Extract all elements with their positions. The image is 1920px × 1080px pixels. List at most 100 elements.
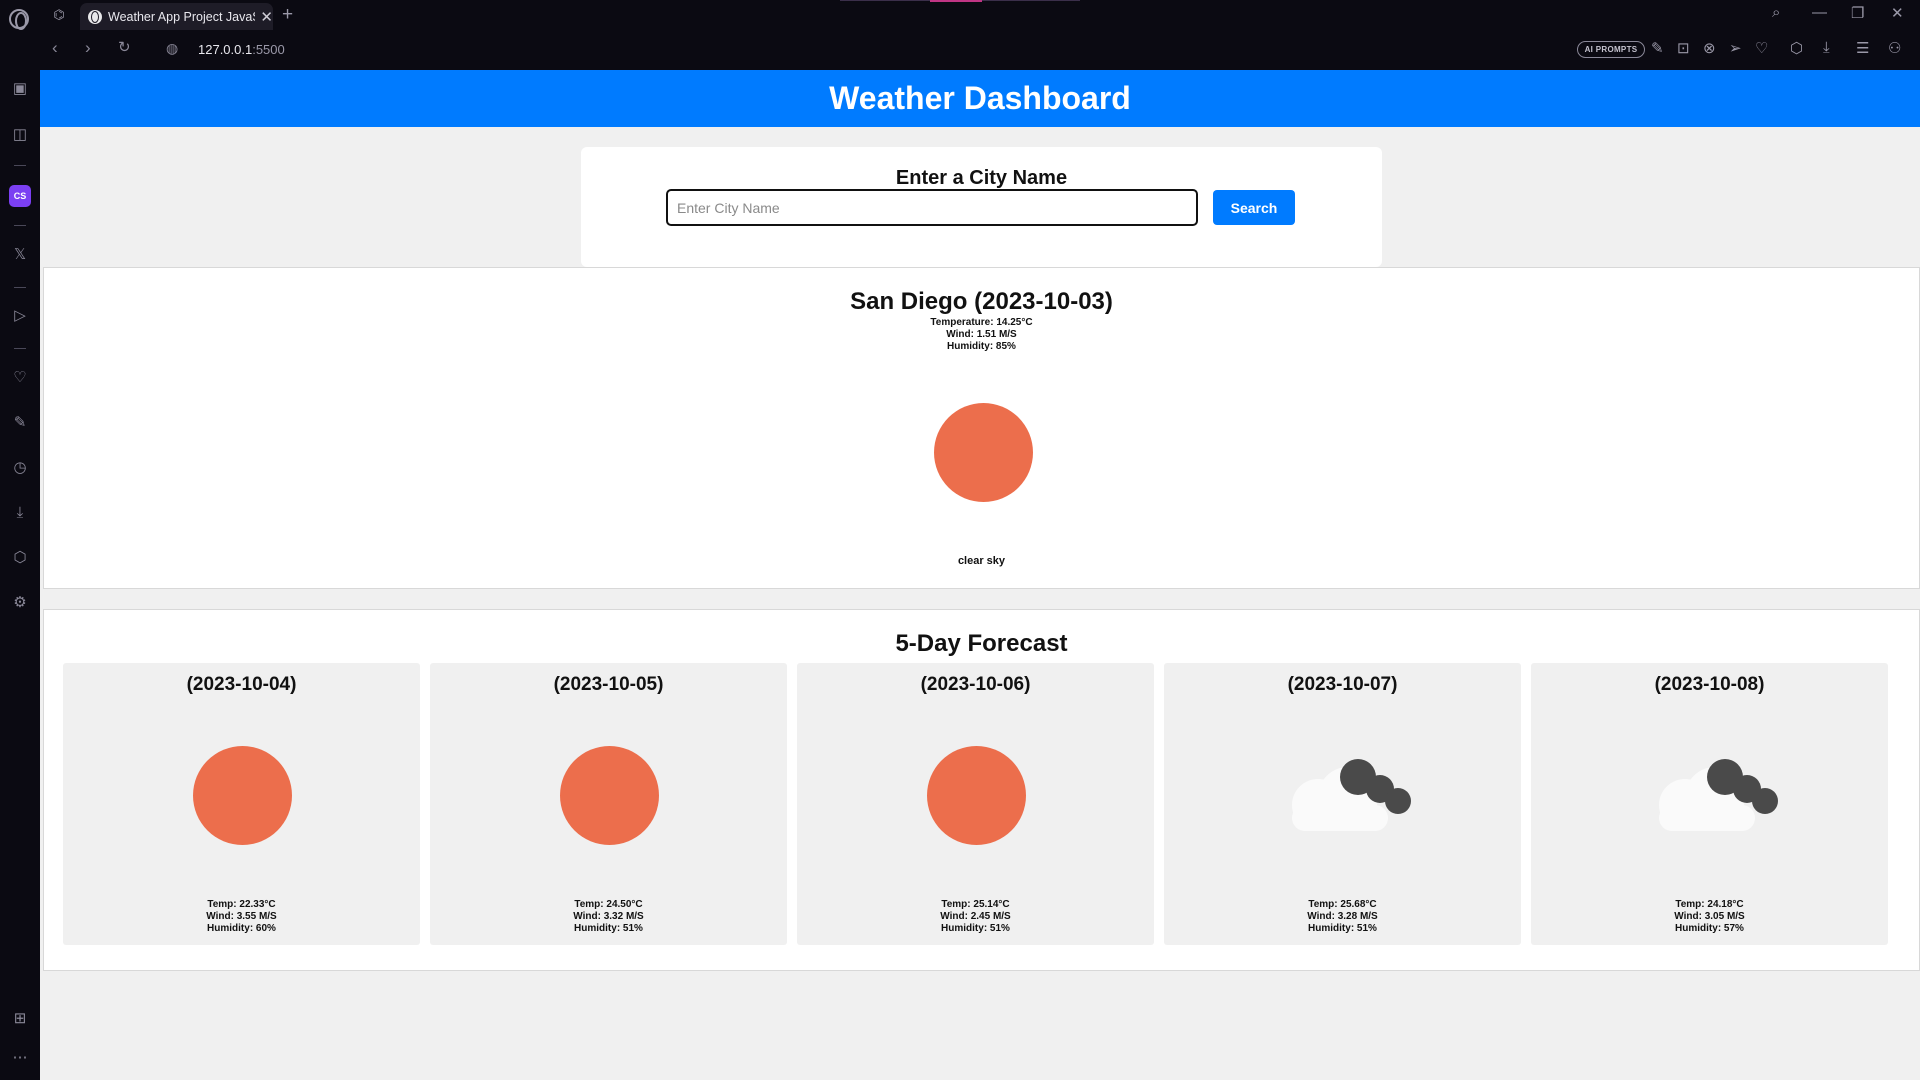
forecast-humidity: Humidity: 51% (1308, 923, 1377, 934)
forecast-stats: Temp: 24.18°C Wind: 3.05 M/S Humidity: 5… (1531, 899, 1888, 935)
sidebar-divider (14, 225, 26, 226)
url-host: 127.0.0.1 (198, 42, 253, 57)
block-icon[interactable]: ⊗ (1703, 39, 1716, 57)
download-icon[interactable]: ⤓ (1823, 39, 1830, 56)
search-button[interactable]: Search (1213, 190, 1295, 225)
heart-icon[interactable]: ♡ (1755, 39, 1768, 57)
forecast-date: (2023-10-06) (920, 674, 1031, 695)
sun-icon (193, 746, 292, 845)
address-bar: ‹ › ↻ ◍ 127.0.0.1:5500 AI PROMPTS ✎ ⊡ ⊗ … (40, 30, 1920, 70)
edit-icon[interactable]: ✎ (1651, 39, 1664, 57)
search-heading: Enter a City Name (895, 167, 1068, 189)
forecast-temp: Temp: 22.33°C (207, 899, 276, 910)
site-info-icon[interactable]: ◍ (166, 40, 178, 57)
url-field[interactable]: 127.0.0.1:5500 (198, 42, 285, 57)
current-humidity: Humidity: 85% (947, 341, 1016, 352)
sun-icon (560, 746, 659, 845)
page-viewport: Weather Dashboard Enter a City Name Sear… (40, 70, 1920, 1080)
ai-prompts-button[interactable]: AI PROMPTS (1577, 41, 1645, 58)
gallery-icon[interactable]: ⊞ (9, 1008, 31, 1030)
more-icon[interactable]: ⋯ (9, 1047, 31, 1069)
forecast-card: 5-Day Forecast (2023-10-04) Temp: 22.33°… (43, 609, 1920, 971)
current-description: clear sky (957, 555, 1006, 567)
current-wind: Wind: 1.51 M/S (946, 329, 1017, 340)
forecast-wind: Wind: 3.05 M/S (1674, 911, 1745, 922)
forward-icon[interactable]: › (85, 38, 91, 58)
cloud-icon (1292, 759, 1411, 831)
instagram-icon[interactable]: ◫ (9, 124, 31, 146)
current-temperature: Temperature: 14.25°C (930, 317, 1033, 328)
forecast-humidity: Humidity: 51% (941, 923, 1010, 934)
forecast-date: (2023-10-08) (1654, 674, 1765, 695)
forecast-day-card: (2023-10-04) Temp: 22.33°C Wind: 3.55 M/… (63, 663, 420, 945)
favorites-icon[interactable]: ♡ (9, 367, 31, 389)
menu-icon[interactable]: ☰ (1856, 39, 1869, 57)
extensions-icon[interactable]: ⬡ (9, 547, 31, 569)
current-stats: Temperature: 14.25°C Wind: 1.51 M/S Humi… (44, 317, 1919, 353)
forecast-stats: Temp: 25.68°C Wind: 3.28 M/S Humidity: 5… (1164, 899, 1521, 935)
new-tab-icon[interactable]: + (282, 4, 293, 26)
pinboard-icon[interactable]: ✎ (9, 412, 31, 434)
sidebar-divider (14, 165, 26, 166)
camera-icon[interactable]: ⊡ (1677, 39, 1690, 57)
forecast-wind: Wind: 3.32 M/S (573, 911, 644, 922)
tab-switcher-icon[interactable]: ⌬ (48, 7, 70, 23)
sidebar-divider (14, 287, 26, 288)
forecast-date: (2023-10-07) (1287, 674, 1398, 695)
current-city-title: San Diego (2023-10-03) (850, 288, 1113, 315)
forecast-heading: 5-Day Forecast (895, 630, 1068, 657)
forecast-wind: Wind: 2.45 M/S (940, 911, 1011, 922)
forecast-day-card: (2023-10-08) Temp: 24.18°C Wind: 3.05 M/… (1531, 663, 1888, 945)
forecast-date: (2023-10-05) (553, 674, 664, 695)
browser-sidebar: ▣ ◫ CS 𝕏 ▷ ♡ ✎ ◷ ⤓ ⬡ ⚙ ⊞ ⋯ (0, 70, 40, 1080)
profile-icon[interactable]: ⚇ (1888, 39, 1901, 57)
sun-icon (927, 746, 1026, 845)
current-weather-card: San Diego (2023-10-03) Temperature: 14.2… (43, 267, 1920, 589)
history-icon[interactable]: ◷ (9, 457, 31, 479)
forecast-humidity: Humidity: 57% (1675, 923, 1744, 934)
sidebar-divider (14, 348, 26, 349)
minimize-icon[interactable]: — (1812, 4, 1827, 21)
forecast-temp: Temp: 24.50°C (574, 899, 643, 910)
restore-icon[interactable]: ❐ (1851, 4, 1864, 22)
browser-tab[interactable]: Weather App Project JavaScript ✕ (80, 3, 273, 30)
page-title: Weather Dashboard (40, 70, 1920, 127)
forecast-humidity: Humidity: 60% (207, 923, 276, 934)
sun-icon (934, 403, 1033, 502)
twitch-icon[interactable]: ▣ (9, 78, 31, 100)
downloads-icon[interactable]: ⤓ (9, 502, 31, 524)
forecast-stats: Temp: 24.50°C Wind: 3.32 M/S Humidity: 5… (430, 899, 787, 935)
back-icon[interactable]: ‹ (52, 38, 58, 58)
cloud-icon (1659, 759, 1778, 831)
titlebar-accent (930, 0, 982, 2)
forecast-day-card: (2023-10-05) Temp: 24.50°C Wind: 3.32 M/… (430, 663, 787, 945)
forecast-day-card: (2023-10-07) Temp: 25.68°C Wind: 3.28 M/… (1164, 663, 1521, 945)
close-window-icon[interactable]: ✕ (1891, 4, 1904, 22)
forecast-wind: Wind: 3.28 M/S (1307, 911, 1378, 922)
opera-logo-icon[interactable] (9, 9, 29, 30)
settings-gear-icon[interactable]: ⚙ (9, 592, 31, 614)
send-icon[interactable]: ➢ (1729, 39, 1742, 57)
forecast-humidity: Humidity: 51% (574, 923, 643, 934)
forecast-wind: Wind: 3.55 M/S (206, 911, 277, 922)
tab-title: Weather App Project JavaScript (108, 9, 255, 24)
browser-titlebar: ⌬ Weather App Project JavaScript ✕ + ⌕ —… (0, 0, 1920, 30)
search-tabs-icon[interactable]: ⌕ (1772, 4, 1780, 21)
forecast-temp: Temp: 24.18°C (1675, 899, 1744, 910)
forecast-temp: Temp: 25.68°C (1308, 899, 1377, 910)
cs-app-icon[interactable]: CS (9, 185, 31, 207)
forecast-temp: Temp: 25.14°C (941, 899, 1010, 910)
player-icon[interactable]: ▷ (9, 305, 31, 327)
forecast-date: (2023-10-04) (186, 674, 297, 695)
x-twitter-icon[interactable]: 𝕏 (9, 244, 31, 266)
tab-close-icon[interactable]: ✕ (260, 8, 273, 26)
cube-icon[interactable]: ⬡ (1790, 39, 1803, 57)
forecast-day-card: (2023-10-06) Temp: 25.14°C Wind: 2.45 M/… (797, 663, 1154, 945)
search-card: Enter a City Name Search (581, 147, 1382, 267)
forecast-stats: Temp: 22.33°C Wind: 3.55 M/S Humidity: 6… (63, 899, 420, 935)
city-search-input[interactable] (666, 189, 1198, 226)
globe-icon (88, 9, 102, 24)
url-port: :5500 (252, 42, 285, 57)
forecast-stats: Temp: 25.14°C Wind: 2.45 M/S Humidity: 5… (797, 899, 1154, 935)
reload-icon[interactable]: ↻ (118, 38, 131, 56)
